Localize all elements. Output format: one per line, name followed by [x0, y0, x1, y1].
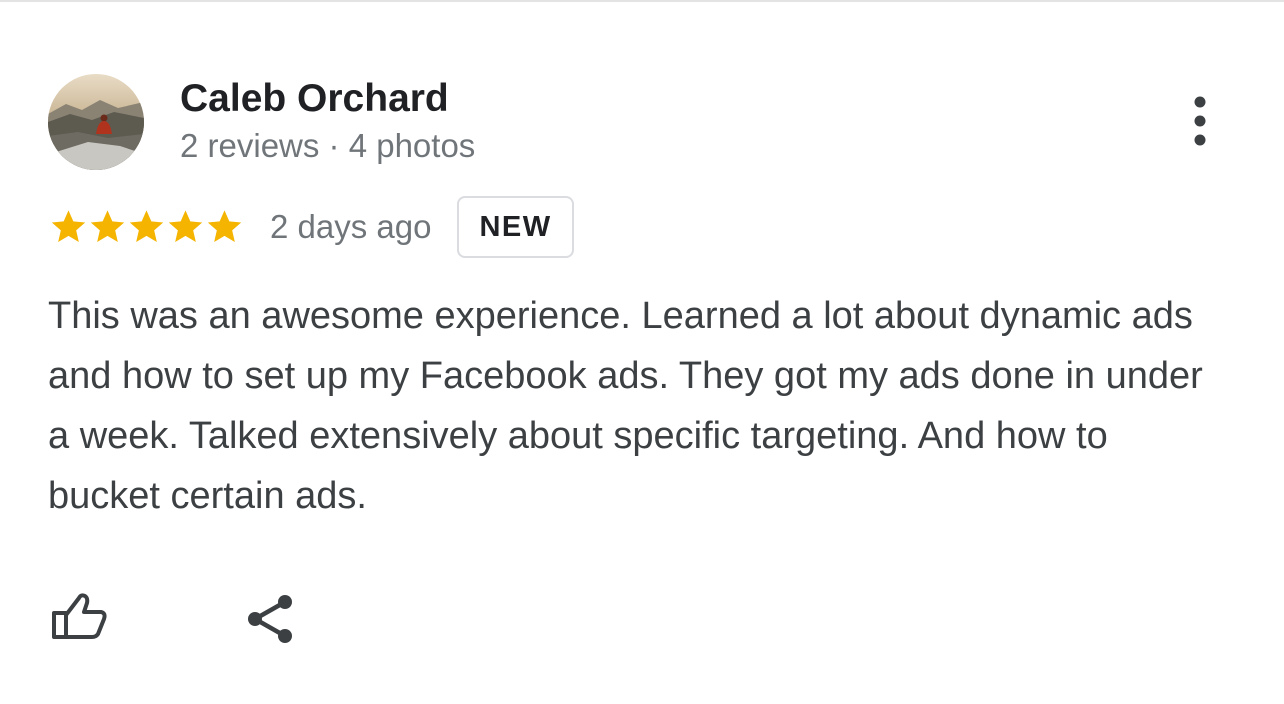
thumbs-up-icon[interactable]: [46, 588, 112, 648]
star-icon: [129, 210, 164, 242]
share-icon[interactable]: [240, 588, 300, 650]
review-card: Caleb Orchard 2 reviews · 4 photos 2 day…: [0, 0, 1284, 704]
reviewer-name[interactable]: Caleb Orchard: [180, 76, 449, 122]
star-icon: [90, 210, 125, 242]
more-vert-icon[interactable]: [1178, 94, 1222, 150]
star-icon: [51, 210, 86, 242]
star-rating: [48, 207, 243, 247]
avatar[interactable]: [48, 74, 144, 170]
review-text: This was an awesome experience. Learned …: [48, 295, 1203, 517]
review-date: 2 days ago: [270, 208, 432, 245]
new-badge: NEW: [457, 196, 574, 258]
top-divider: [0, 0, 1284, 2]
star-icon: [207, 210, 242, 242]
star-icon: [168, 210, 203, 242]
rating-row: 2 days ago NEW: [48, 194, 574, 260]
reviewer-meta: 2 reviews · 4 photos: [180, 127, 476, 164]
